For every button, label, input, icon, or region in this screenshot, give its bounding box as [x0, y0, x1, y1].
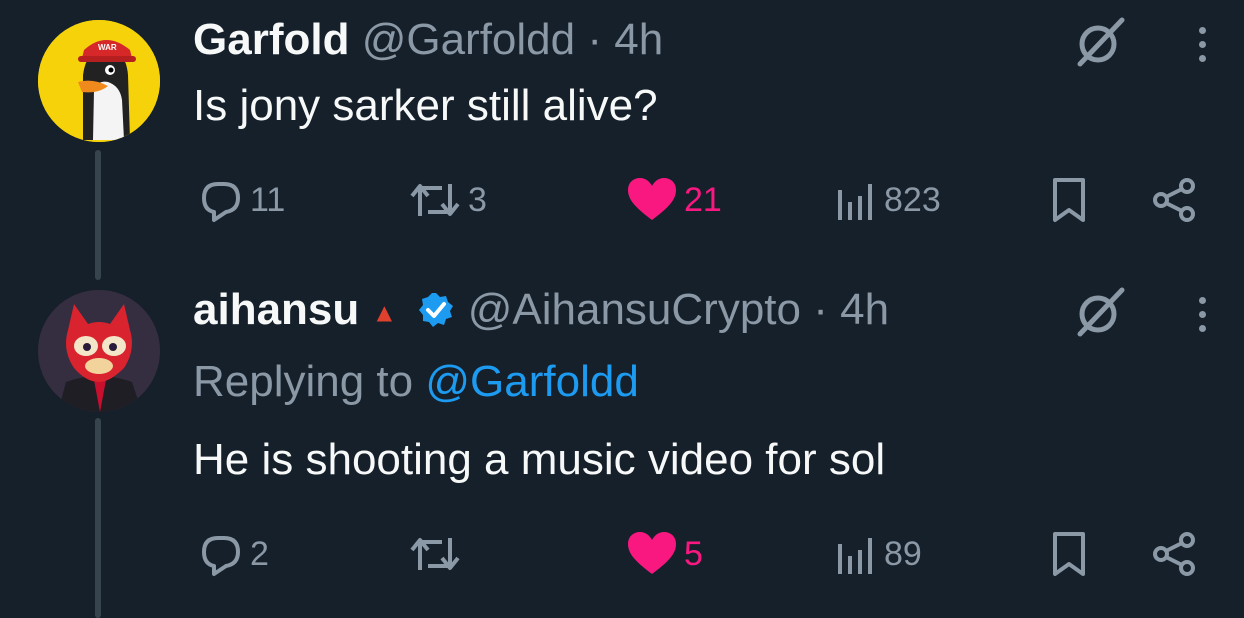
share-button[interactable]: [1150, 170, 1200, 230]
separator-dot: ·: [587, 15, 603, 64]
views-icon: [838, 184, 872, 220]
views-button[interactable]: 89: [834, 524, 922, 584]
reply-button[interactable]: 2: [196, 524, 269, 584]
reply-icon: [202, 182, 240, 222]
user-handle[interactable]: @Garfoldd: [362, 15, 575, 64]
grok-icon: [1077, 287, 1125, 337]
separator-dot: ·: [813, 285, 828, 334]
bookmark-icon: [1053, 532, 1085, 576]
share-icon: [1153, 178, 1195, 222]
red-cat-avatar-image: [38, 290, 160, 412]
avatar-garfold[interactable]: WAR: [38, 20, 160, 142]
red-triangle-badge: ▲: [371, 297, 398, 328]
like-icon: [628, 532, 676, 574]
grok-icon: [1077, 17, 1125, 67]
like-icon: [628, 178, 676, 220]
mention-link[interactable]: @Garfoldd: [425, 357, 638, 406]
bookmark-button[interactable]: [1046, 170, 1092, 230]
share-button[interactable]: [1150, 524, 1200, 584]
tweet-text: Is jony sarker still alive?: [193, 81, 658, 130]
like-button[interactable]: 21: [626, 170, 722, 230]
like-count: 5: [684, 534, 703, 573]
share-icon: [1153, 532, 1195, 576]
action-bar: 2 5 89: [0, 524, 1244, 584]
reply-count: 2: [250, 534, 269, 573]
view-count: 823: [884, 180, 941, 219]
bookmark-button[interactable]: [1046, 524, 1092, 584]
like-count: 21: [684, 180, 722, 219]
tweet-text: He is shooting a music video for sol: [193, 435, 886, 484]
bookmark-icon: [1053, 178, 1085, 222]
repost-button[interactable]: 3: [408, 170, 487, 230]
views-icon: [838, 538, 872, 574]
penguin-avatar-image: WAR: [38, 20, 160, 142]
user-handle[interactable]: @AihansuCrypto: [468, 285, 801, 334]
views-button[interactable]: 823: [834, 170, 941, 230]
reply-count: 11: [250, 180, 286, 219]
like-button[interactable]: 5: [626, 524, 703, 584]
grok-button[interactable]: [1070, 282, 1130, 342]
replying-label: Replying to: [193, 357, 414, 406]
reply-button[interactable]: 11: [196, 170, 285, 230]
replying-to: Replying to @Garfoldd: [193, 356, 639, 408]
tweet-header: aihansu ▲ @AihansuCrypto · 4h: [193, 284, 889, 338]
view-count: 89: [884, 534, 922, 573]
repost-count: 3: [468, 180, 487, 219]
tweet-aihansu[interactable]: aihansu ▲ @AihansuCrypto · 4h Replying t…: [0, 280, 1244, 618]
verified-icon: [419, 293, 454, 327]
more-icon[interactable]: [1192, 14, 1212, 74]
repost-button[interactable]: [408, 524, 468, 584]
action-bar: 11 3 21 823: [0, 170, 1244, 230]
timestamp[interactable]: 4h: [840, 285, 889, 334]
repost-icon: [410, 184, 460, 216]
reply-icon: [202, 536, 240, 576]
display-name[interactable]: Garfold: [193, 15, 349, 64]
svg-text:WAR: WAR: [98, 43, 117, 52]
tweet-garfold[interactable]: WAR Garfold @Garfoldd · 4h Is jony sarke…: [0, 0, 1244, 290]
tweet-header: Garfold @Garfoldd · 4h: [193, 14, 663, 66]
timestamp[interactable]: 4h: [614, 15, 663, 64]
grok-button[interactable]: [1070, 12, 1130, 72]
repost-icon: [410, 538, 460, 570]
more-icon[interactable]: [1192, 284, 1212, 344]
avatar-aihansu[interactable]: [38, 290, 160, 412]
display-name[interactable]: aihansu: [193, 285, 359, 334]
